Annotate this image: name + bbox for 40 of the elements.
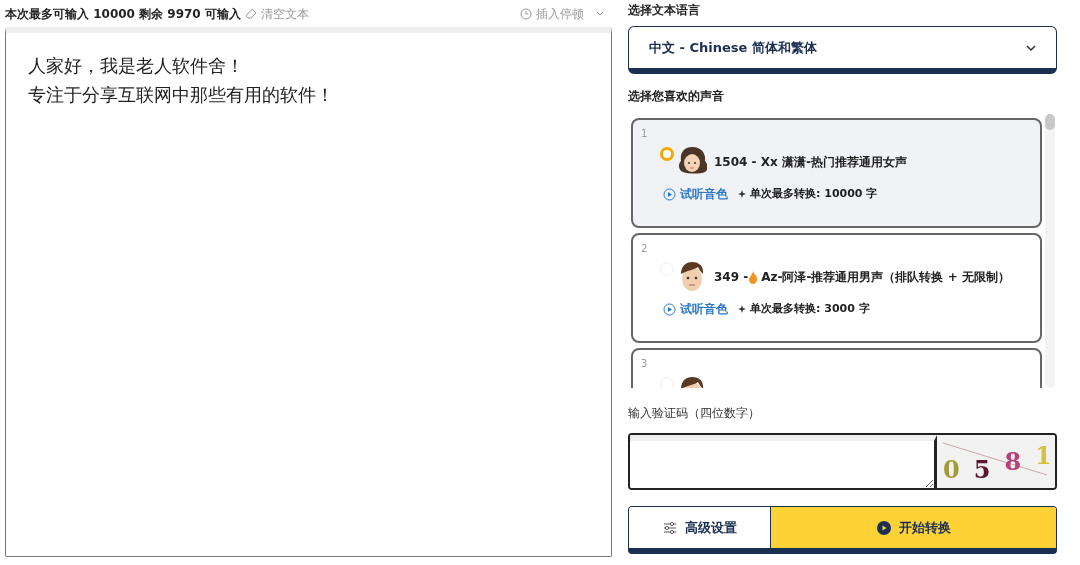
preview-voice-link[interactable]: 试听音色 — [663, 185, 728, 203]
voice-name: 1504 - Xx 潇潇-热门推荐通用女声 — [714, 154, 907, 171]
start-conversion-button[interactable]: 开始转换 — [771, 507, 1056, 548]
voice-name: 349 - Az-阿泽-推荐通用男声（排队转换 + 无限制） — [714, 269, 1010, 286]
text-line: 专注于分享互联网中那些有用的软件！ — [28, 83, 334, 107]
voice-number: 2 — [641, 242, 649, 256]
eraser-icon — [244, 7, 257, 20]
captcha-label: 输入验证码（四位数字） — [628, 405, 761, 422]
captcha-character: 8 — [1004, 450, 1022, 474]
radio-button[interactable] — [660, 147, 674, 161]
character-limit: 单次最多转换: 3000 字 — [750, 300, 870, 317]
language-label: 选择文本语言 — [628, 2, 701, 18]
caret-icon — [596, 10, 604, 17]
captcha-character: 5 — [973, 458, 991, 482]
voice-card[interactable]: 1 1504 - Xx 潇潇-热门推荐通用女声 试听音色 单次最多转换: 10000 字 — [631, 118, 1042, 228]
advanced-settings-button[interactable]: 高级设置 — [629, 507, 771, 548]
captcha-image[interactable]: 0 5 8 1 — [937, 435, 1055, 488]
sparkle-icon — [738, 304, 747, 314]
text-input-field[interactable]: 人家好，我是老人软件舍！ 专注于分享互联网中那些有用的软件！ — [5, 27, 612, 557]
voice-card[interactable]: 2 349 - Az-阿泽-推荐通用男声（排队转换 + 无限制） 试听音色 单次最多转换: 3000 字 — [631, 233, 1042, 343]
language-dropdown[interactable]: 中文 - Chinese 简体和繁体 — [628, 26, 1057, 74]
captcha-character: 1 — [1035, 444, 1052, 468]
sliders-icon — [662, 521, 677, 534]
chevron-down-icon — [1026, 44, 1036, 51]
character-limit: 单次最多转换: 10000 字 — [750, 185, 878, 202]
play-icon — [876, 520, 891, 535]
captcha-input-field[interactable] — [630, 435, 937, 488]
captcha-field[interactable]: 0 5 8 1 — [628, 433, 1057, 490]
play-icon — [663, 302, 676, 316]
input-counter: 本次最多可输入 10000 剩余 9970 可输入 — [5, 5, 241, 23]
preview-voice-link[interactable]: 试听音色 — [663, 300, 728, 318]
clock-icon — [520, 7, 532, 20]
voice-number: 1 — [641, 127, 649, 141]
play-icon — [663, 187, 676, 201]
voice-label: 选择您喜欢的声音 — [628, 88, 725, 105]
text-line: 人家好，我是老人软件舍！ — [28, 54, 244, 78]
voice-number: 3 — [641, 357, 649, 371]
captcha-character: 0 — [943, 458, 960, 482]
sparkle-icon — [738, 189, 747, 199]
scrollbar[interactable] — [1045, 114, 1055, 388]
